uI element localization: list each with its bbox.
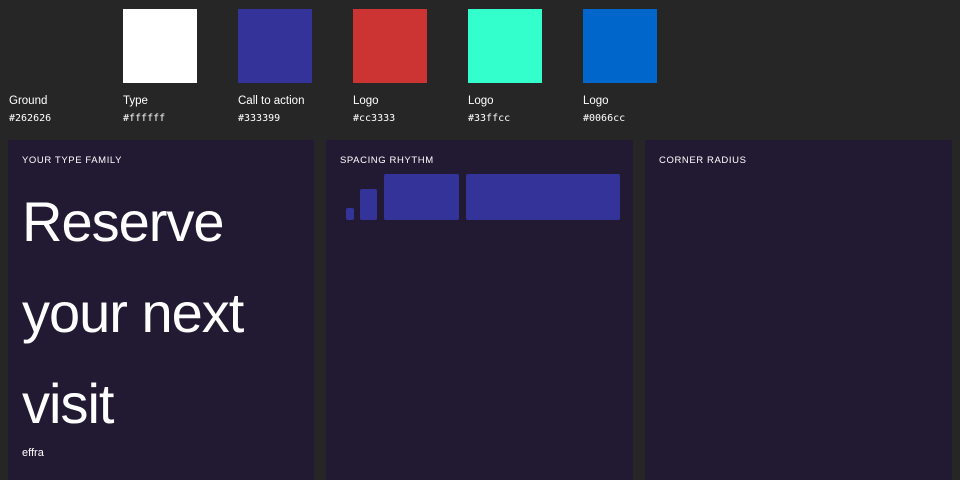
- corner-radius-panel: CORNER RADIUS: [645, 140, 952, 480]
- swatch-hex: #0066cc: [583, 113, 626, 124]
- swatch-chip: [9, 9, 83, 83]
- swatch-logo-red: Logo #cc3333: [353, 0, 468, 140]
- spacing-bar-xs: [346, 208, 354, 220]
- swatch-name: Type: [123, 95, 148, 107]
- swatch-hex: #ffffff: [123, 113, 166, 124]
- panel-title: YOUR TYPE FAMILY: [22, 155, 123, 166]
- swatch-chip: [468, 9, 542, 83]
- palette-row: Ground #262626 Type #ffffff Call to acti…: [0, 0, 960, 140]
- type-family-panel: YOUR TYPE FAMILY Reserve your next visit…: [8, 140, 314, 480]
- swatch-name: Logo: [583, 95, 609, 107]
- panel-title: SPACING RHYTHM: [340, 155, 434, 166]
- swatch-chip: [583, 9, 657, 83]
- swatch-name: Ground: [9, 95, 48, 107]
- swatch-chip: [123, 9, 197, 83]
- swatch-name: Call to action: [238, 95, 305, 107]
- swatch-hex: #262626: [9, 113, 52, 124]
- panel-title: CORNER RADIUS: [659, 155, 747, 166]
- swatch-logo-teal: Logo #33ffcc: [468, 0, 583, 140]
- swatch-call-to-action: Call to action #333399: [238, 0, 353, 140]
- swatch-hex: #33ffcc: [468, 113, 511, 124]
- swatch-hex: #cc3333: [353, 113, 396, 124]
- spacing-bar-sm: [360, 189, 377, 220]
- swatch-ground: Ground #262626: [9, 0, 124, 140]
- swatch-chip: [353, 9, 427, 83]
- swatch-chip: [238, 9, 312, 83]
- swatch-type: Type #ffffff: [123, 0, 238, 140]
- spacing-rhythm-panel: SPACING RHYTHM: [326, 140, 633, 480]
- spacing-bar-md: [384, 174, 459, 220]
- spacing-bar-lg: [466, 174, 620, 220]
- swatch-name: Logo: [468, 95, 494, 107]
- swatch-name: Logo: [353, 95, 379, 107]
- swatch-logo-blue: Logo #0066cc: [583, 0, 698, 140]
- swatch-hex: #333399: [238, 113, 281, 124]
- font-name: effra: [22, 447, 44, 459]
- type-sample-headline: Reserve your next visit: [22, 190, 244, 435]
